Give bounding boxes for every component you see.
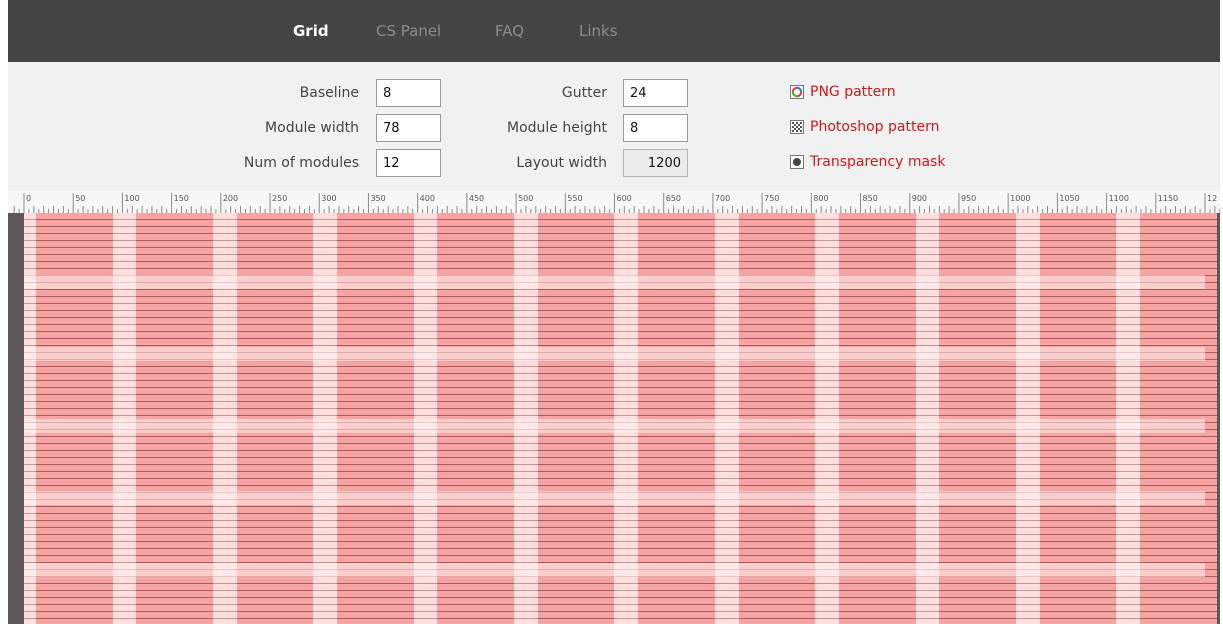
ruler-label: 1000 (1010, 194, 1030, 203)
module-width-label: Module width (265, 120, 359, 136)
photoshop-pattern-label: Photoshop pattern (810, 119, 940, 135)
png-pattern-label: PNG pattern (810, 84, 896, 100)
ruler-label: 100 (124, 194, 139, 203)
ruler-label: 900 (912, 194, 927, 203)
row-gutter (24, 563, 1205, 577)
row-gutter (24, 275, 1205, 289)
row-gutter (24, 347, 1205, 361)
nav-links[interactable]: Links (579, 22, 618, 40)
photoshop-pattern-link[interactable]: Photoshop pattern (790, 119, 939, 135)
baseline-label: Baseline (299, 85, 359, 101)
ruler-label: 1100 (1109, 194, 1129, 203)
ruler-label: 750 (764, 194, 779, 203)
ruler-label: 600 (617, 194, 632, 203)
module-height-label: Module height (507, 120, 607, 136)
png-pattern-link[interactable]: PNG pattern (790, 84, 896, 100)
ruler-label: 550 (567, 194, 582, 203)
ruler-label: 350 (370, 194, 385, 203)
ruler-label: 400 (420, 194, 435, 203)
top-nav-bar: Grid CS Panel FAQ Links (8, 0, 1220, 62)
ruler-label: 1050 (1059, 194, 1079, 203)
ruler-label: 150 (174, 194, 189, 203)
layout-area (24, 213, 1217, 624)
row-gutter (24, 491, 1205, 505)
transparency-mask-label: Transparency mask (810, 154, 946, 170)
layout-width-label: Layout width (516, 155, 607, 171)
layout-width-field (623, 149, 688, 177)
ruler-label: 1150 (1158, 194, 1178, 203)
ruler-label: 12 (1207, 194, 1217, 203)
pattern-icon (790, 120, 804, 134)
ruler-label: 0 (26, 194, 31, 203)
num-modules-label: Num of modules (243, 155, 359, 171)
module-height-input[interactable] (623, 114, 688, 142)
baseline-input[interactable] (376, 79, 441, 107)
ruler-label: 50 (75, 194, 85, 203)
grid-preview (8, 213, 1220, 624)
transparency-mask-link[interactable]: Transparency mask (790, 154, 945, 170)
ruler-label: 200 (223, 194, 238, 203)
ruler-label: 250 (272, 194, 287, 203)
ruler-label: 500 (518, 194, 533, 203)
pixel-ruler: 0 50 100 150 200 250 300 350 400 450 500 550 600 650 7… (8, 191, 1220, 214)
nav-grid[interactable]: Grid (293, 22, 329, 40)
gutter-input[interactable] (623, 79, 688, 107)
gutter-label: Gutter (561, 85, 607, 101)
ruler-label: 700 (715, 194, 730, 203)
num-modules-input[interactable] (376, 149, 441, 177)
nav-cs-panel[interactable]: CS Panel (376, 22, 441, 40)
ruler-label: 450 (469, 194, 484, 203)
module-width-input[interactable] (376, 114, 441, 142)
ruler-scale: 0 50 100 150 200 250 300 350 400 450 500 550 600 650 7… (13, 193, 1220, 213)
ruler-label: 650 (666, 194, 681, 203)
ruler-label: 300 (321, 194, 336, 203)
ruler-label: 800 (813, 194, 828, 203)
nav-faq[interactable]: FAQ (495, 22, 524, 40)
row-gutter (24, 419, 1205, 433)
png-icon (790, 85, 804, 99)
ruler-label: 950 (961, 194, 976, 203)
mask-icon (790, 155, 804, 169)
grid-settings-panel (8, 62, 1220, 191)
ruler-label: 850 (863, 194, 878, 203)
